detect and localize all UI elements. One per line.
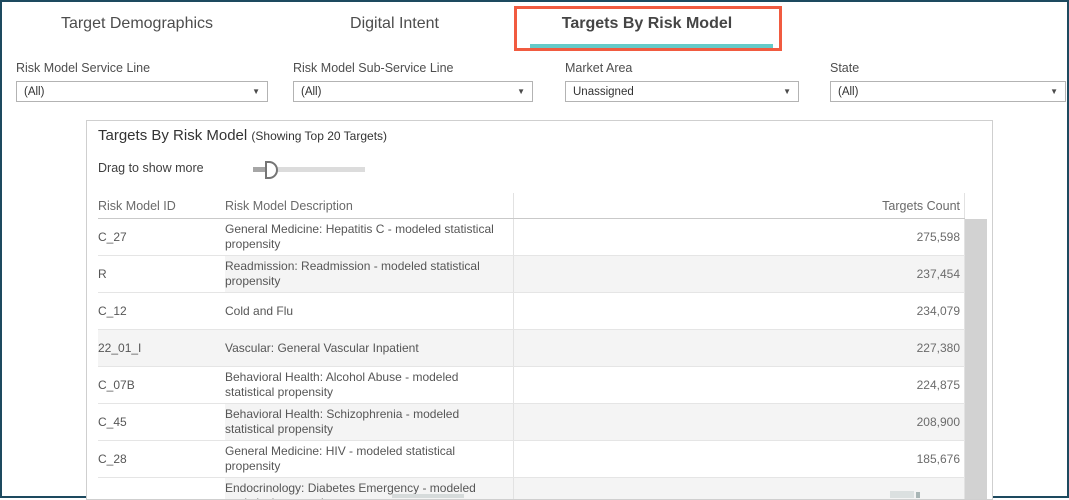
horizontal-scrollbar-dot bbox=[916, 492, 920, 498]
row-count-cell: 208,900 bbox=[513, 404, 965, 440]
row-count-cell: 275,598 bbox=[513, 219, 965, 255]
slider-handle[interactable] bbox=[265, 161, 278, 179]
row-count-cell: 234,079 bbox=[513, 293, 965, 329]
table-row[interactable]: C_27 General Medicine: Hepatitis C - mod… bbox=[98, 219, 965, 256]
table-body: C_27 General Medicine: Hepatitis C - mod… bbox=[98, 219, 965, 499]
row-description-cell: Behavioral Health: Schizophrenia - model… bbox=[225, 404, 513, 440]
dropdown-value: (All) bbox=[838, 85, 859, 98]
row-count-cell: 185,676 bbox=[513, 441, 965, 477]
filter-state: State (All) ▼ bbox=[830, 61, 1066, 102]
table-row[interactable]: C_28 General Medicine: HIV - modeled sta… bbox=[98, 441, 965, 478]
table-header: Risk Model ID Risk Model Description Tar… bbox=[98, 193, 965, 219]
row-description-cell: Behavioral Health: Alcohol Abuse - model… bbox=[225, 370, 459, 399]
dropdown-value: (All) bbox=[24, 85, 45, 98]
card-title-text: Targets By Risk Model bbox=[98, 127, 248, 144]
horizontal-scrollbar-fragment[interactable] bbox=[890, 491, 914, 498]
horizontal-scrollbar-fragment[interactable] bbox=[392, 494, 464, 498]
table-row[interactable]: Endocrinology: Diabetes Emergency - mode… bbox=[98, 478, 965, 499]
caret-down-icon: ▼ bbox=[1050, 86, 1058, 96]
table-row[interactable]: C_07B Behavioral Health: Alcohol Abuse -… bbox=[98, 367, 965, 404]
row-count-cell: 227,380 bbox=[513, 330, 965, 366]
row-description-cell: Endocrinology: Diabetes Emergency - mode… bbox=[225, 478, 513, 499]
filter-label: Risk Model Sub-Service Line bbox=[293, 61, 454, 75]
filter-risk-model-sub-service-line: Risk Model Sub-Service Line (All) ▼ bbox=[293, 61, 533, 102]
row-description-cell: General Medicine: HIV - modeled statisti… bbox=[225, 444, 456, 473]
row-id-cell: C_07B bbox=[98, 377, 135, 392]
card-title: Targets By Risk Model (Showing Top 20 Ta… bbox=[98, 127, 387, 144]
row-description-cell: Cold and Flu bbox=[225, 303, 294, 318]
tab-digital-intent[interactable]: Digital Intent bbox=[302, 15, 487, 33]
row-count-cell: 224,875 bbox=[513, 367, 965, 403]
filter-label: Risk Model Service Line bbox=[16, 61, 151, 75]
row-id-cell: R bbox=[98, 266, 107, 281]
targets-by-risk-model-card: Targets By Risk Model (Showing Top 20 Ta… bbox=[86, 120, 993, 500]
filter-label: Market Area bbox=[565, 61, 633, 75]
row-description-cell: General Medicine: Hepatitis C - modeled … bbox=[225, 222, 494, 251]
row-id-cell: C_28 bbox=[98, 451, 127, 466]
market-area-dropdown[interactable]: Unassigned ▼ bbox=[565, 81, 799, 102]
tab-target-demographics[interactable]: Target Demographics bbox=[32, 15, 242, 33]
col-header-targets-count[interactable]: Targets Count bbox=[513, 193, 965, 218]
row-id-cell: C_45 bbox=[98, 414, 127, 429]
row-id-cell: 22_01_I bbox=[98, 330, 225, 366]
active-tab-underline bbox=[530, 44, 773, 49]
drag-slider-label: Drag to show more bbox=[98, 161, 204, 175]
filter-market-area: Market Area Unassigned ▼ bbox=[565, 61, 799, 102]
filter-label: State bbox=[830, 61, 860, 75]
risk-model-service-line-dropdown[interactable]: (All) ▼ bbox=[16, 81, 268, 102]
state-dropdown[interactable]: (All) ▼ bbox=[830, 81, 1066, 102]
tab-targets-by-risk-model[interactable]: Targets By Risk Model bbox=[517, 15, 777, 33]
table-row[interactable]: 22_01_I Vascular: General Vascular Inpat… bbox=[98, 330, 965, 367]
caret-down-icon: ▼ bbox=[783, 86, 791, 96]
risk-model-sub-service-line-dropdown[interactable]: (All) ▼ bbox=[293, 81, 533, 102]
row-count-cell: 237,454 bbox=[513, 256, 965, 292]
caret-down-icon: ▼ bbox=[252, 86, 260, 96]
col-header-risk-model-description[interactable]: Risk Model Description bbox=[225, 193, 513, 218]
card-subtitle-text: (Showing Top 20 Targets) bbox=[251, 129, 388, 143]
col-header-risk-model-id[interactable]: Risk Model ID bbox=[98, 193, 225, 218]
row-description-cell: Readmission: Readmission - modeled stati… bbox=[225, 256, 513, 292]
row-id-cell bbox=[98, 478, 225, 499]
table-row[interactable]: C_45 Behavioral Health: Schizophrenia - … bbox=[98, 404, 965, 441]
caret-down-icon: ▼ bbox=[517, 86, 525, 96]
table-row[interactable]: C_12 Cold and Flu 234,079 bbox=[98, 293, 965, 330]
dropdown-value: (All) bbox=[301, 85, 322, 98]
dropdown-value: Unassigned bbox=[573, 85, 634, 98]
filter-risk-model-service-line: Risk Model Service Line (All) ▼ bbox=[16, 61, 268, 102]
row-description-cell: Vascular: General Vascular Inpatient bbox=[225, 330, 513, 366]
row-id-cell: C_27 bbox=[98, 229, 127, 244]
dashboard-window: { "tabs": [ { "label": "Target Demograph… bbox=[0, 0, 1069, 500]
row-id-cell: C_12 bbox=[98, 303, 127, 318]
vertical-scrollbar[interactable] bbox=[965, 219, 987, 499]
table-row[interactable]: R Readmission: Readmission - modeled sta… bbox=[98, 256, 965, 293]
